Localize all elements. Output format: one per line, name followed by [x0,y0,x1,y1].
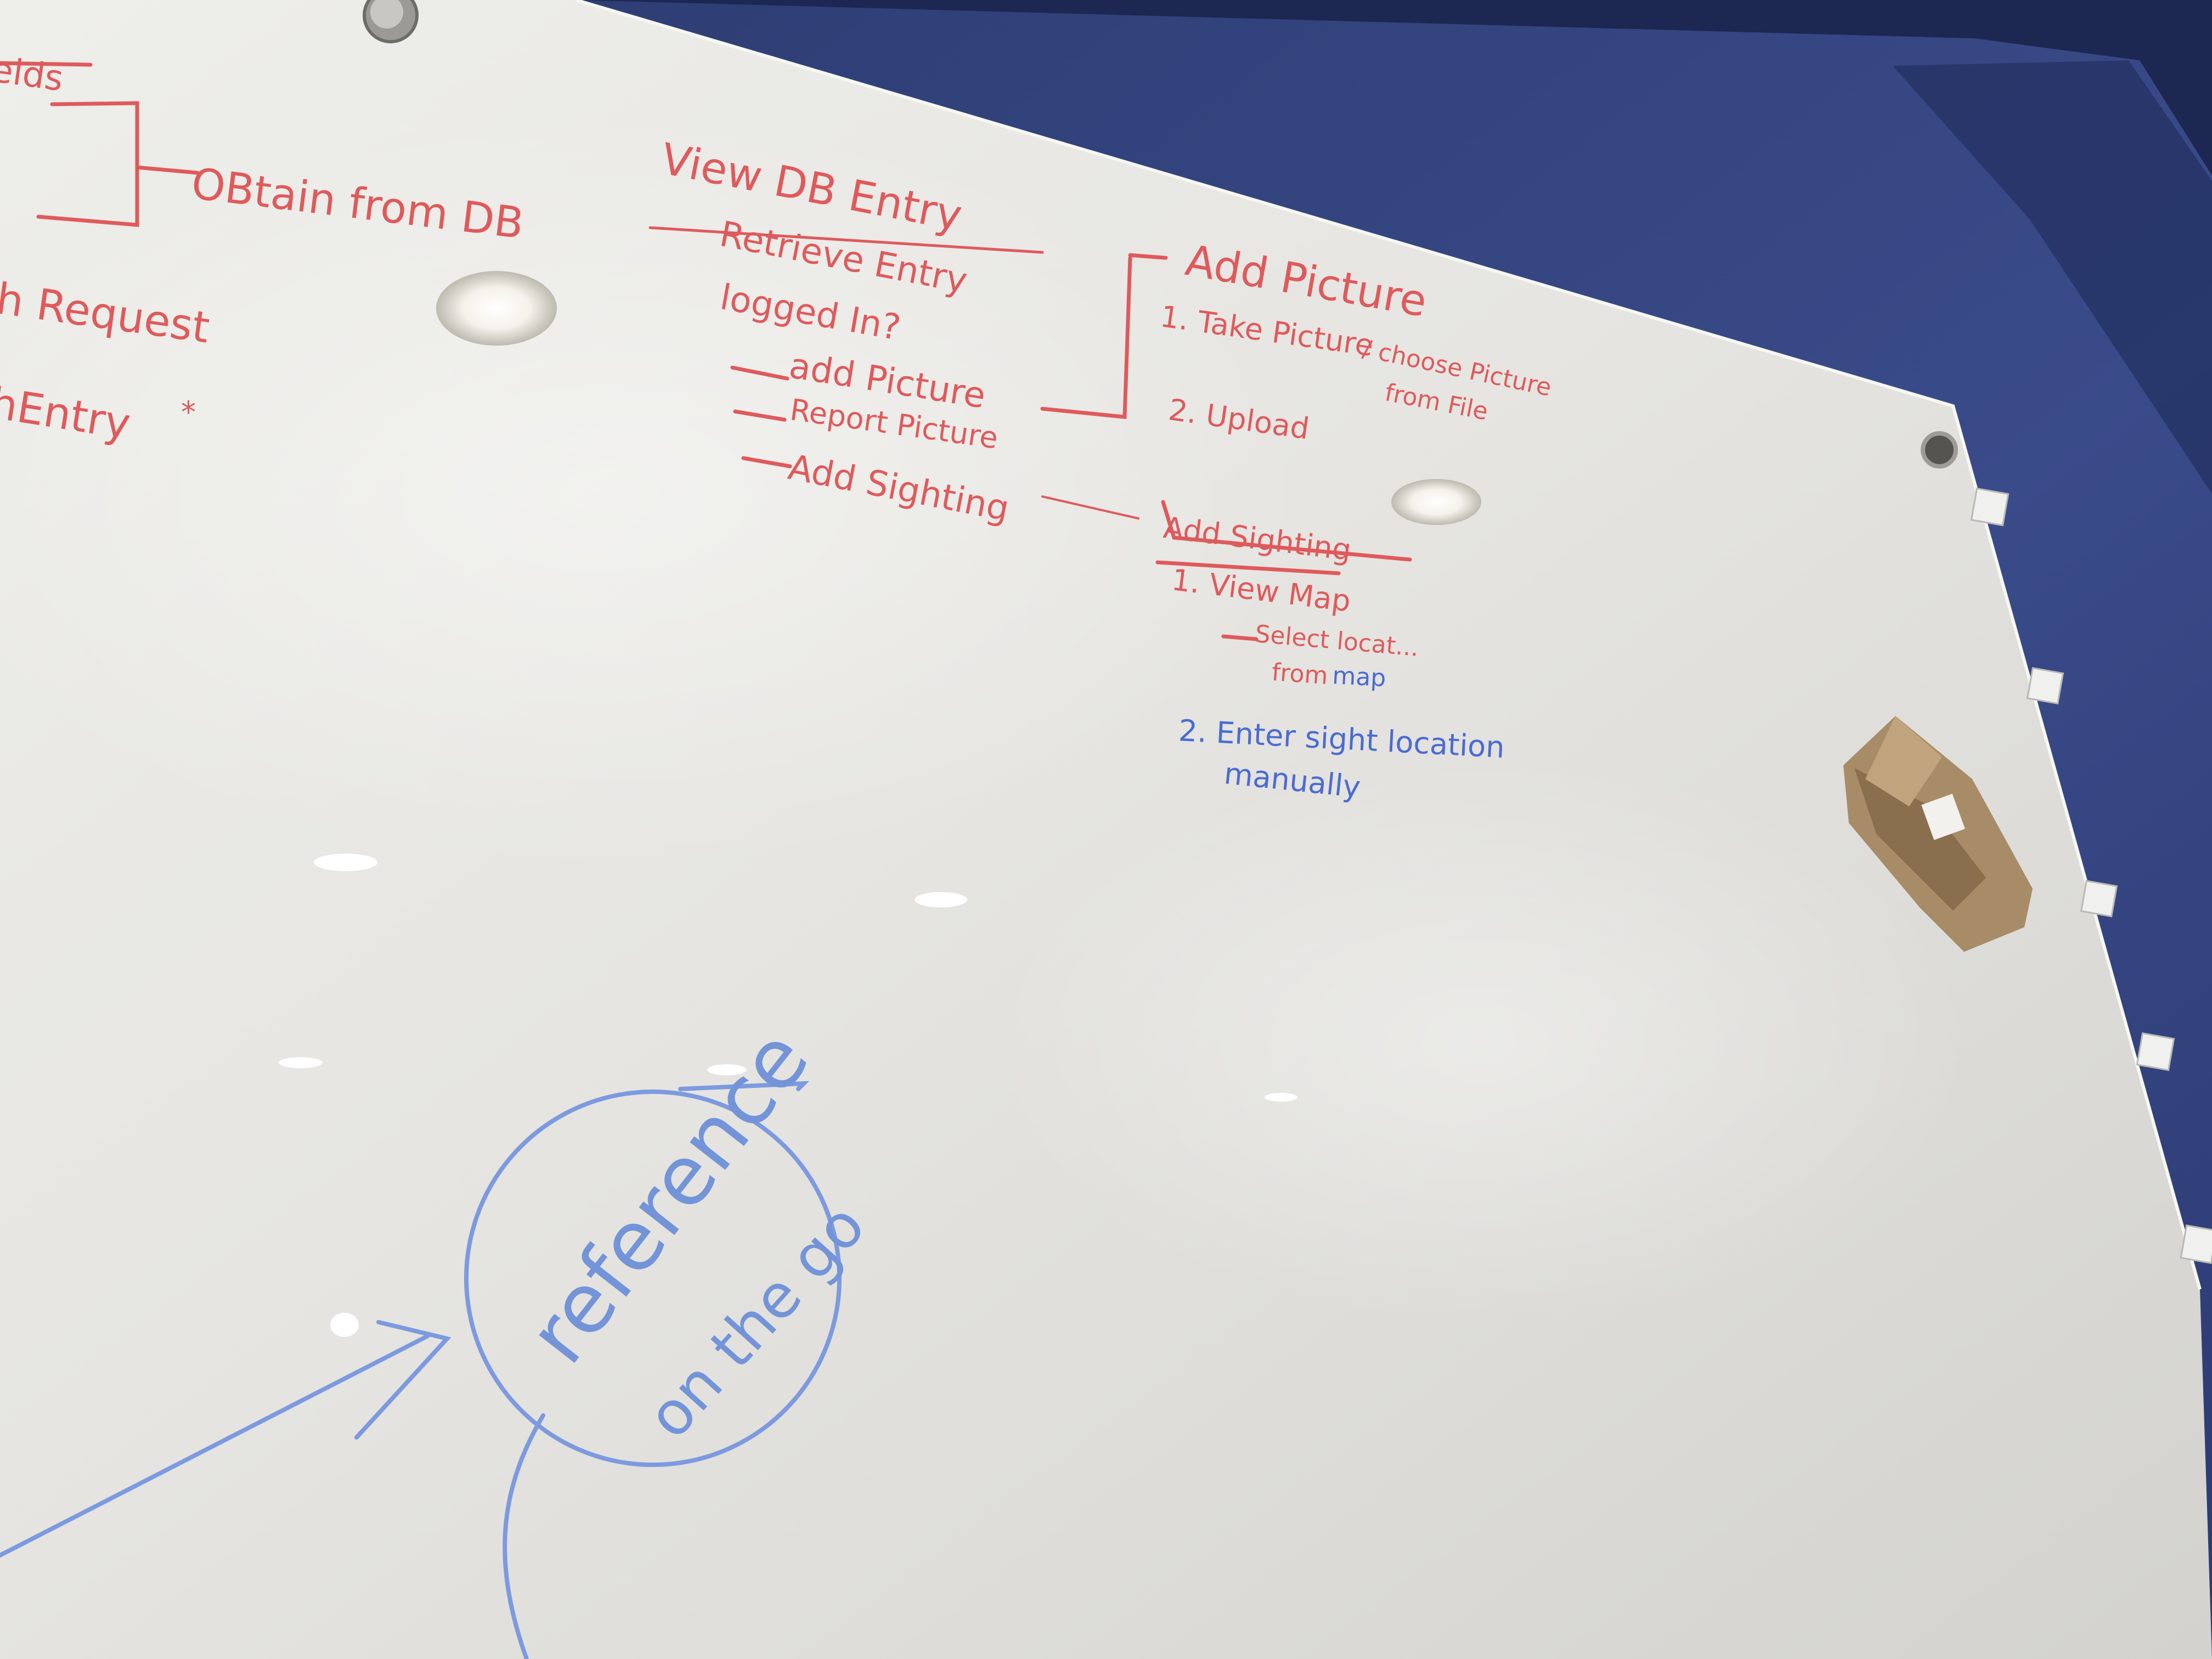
scene-background [0,0,2212,1659]
add-sighting-sub-2-map: map [1331,662,1387,693]
mount-bolt-right [1921,431,1958,469]
add-sighting-sub-2: from [1271,658,1329,691]
entry-mark: * [181,395,196,430]
